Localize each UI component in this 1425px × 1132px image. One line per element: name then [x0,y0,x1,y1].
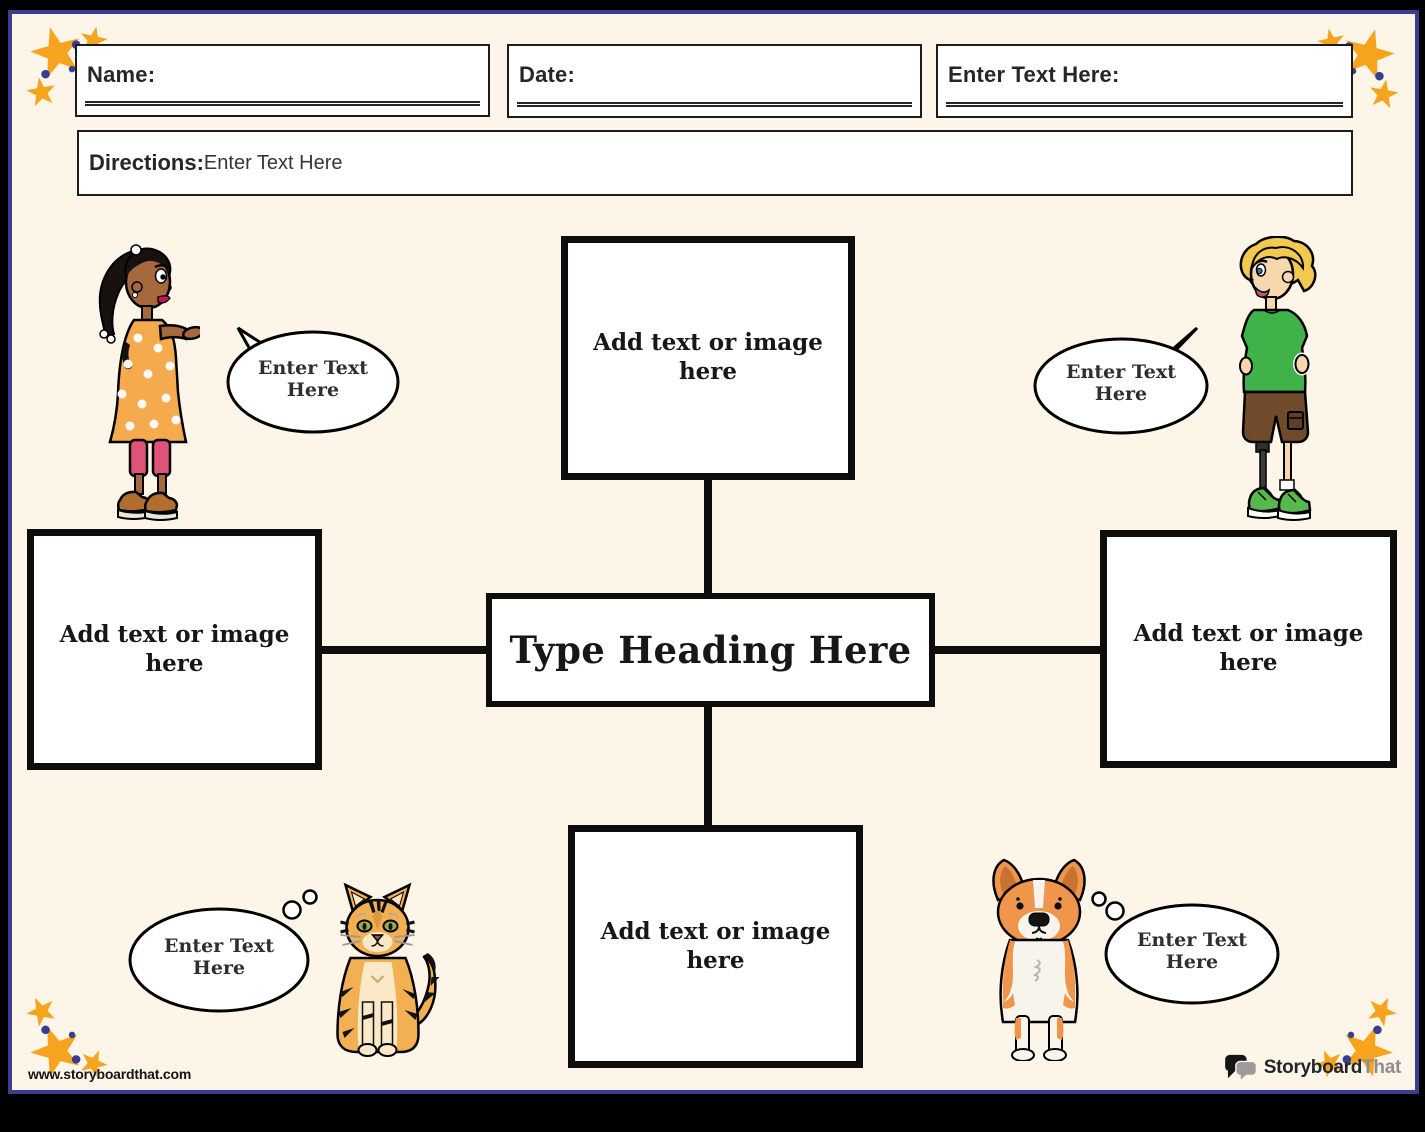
worksheet-stage: Name: Date: Enter Text Here: Directions:… [0,0,1425,1132]
connector-right [930,646,1106,654]
boy-speech-text[interactable]: Enter Text Here [1046,362,1196,406]
date-underline [517,102,912,107]
name-underline [85,101,480,106]
center-heading-box[interactable]: Type Heading Here [486,593,935,707]
connector-bottom [704,704,712,829]
node-left[interactable]: Add text or image here [27,529,322,770]
connector-left [317,646,492,654]
cat-thought-text[interactable]: Enter Text Here [144,936,294,980]
node-bottom[interactable]: Add text or image here [568,825,863,1068]
extra-text-field[interactable]: Enter Text Here: [936,44,1353,118]
node-bottom-label: Add text or image here [575,918,856,976]
name-label: Name: [87,62,155,88]
node-left-label: Add text or image here [34,621,315,679]
dog-character-illustration [978,856,1100,1061]
date-field[interactable]: Date: [507,44,922,118]
dog-thought-text[interactable]: Enter Text Here [1117,930,1267,974]
node-top-label: Add text or image here [568,329,848,387]
worksheet-page: Name: Date: Enter Text Here: Directions:… [8,10,1419,1094]
node-right-label: Add text or image here [1107,620,1390,678]
extra-text-label: Enter Text Here: [948,62,1120,88]
storyboardthat-logo: StoryboardThat [1224,1054,1401,1082]
directions-value: Enter Text Here [204,152,343,175]
cat-character-illustration [310,882,446,1060]
directions-field[interactable]: Directions: Enter Text Here [77,130,1353,196]
extra-text-underline [946,102,1343,107]
girl-character-illustration [80,242,200,522]
boy-character-illustration [1222,236,1326,524]
date-label: Date: [519,62,575,88]
name-field[interactable]: Name: [75,44,490,117]
node-right[interactable]: Add text or image here [1100,530,1397,768]
center-heading-label: Type Heading Here [510,628,912,672]
logo-text-that: That [1362,1057,1401,1078]
watermark-url: www.storyboardthat.com [28,1066,191,1082]
directions-label: Directions: [89,150,204,176]
speech-bubbles-logo-icon [1224,1054,1258,1082]
node-top[interactable]: Add text or image here [561,236,855,480]
connector-top [704,477,712,599]
logo-text-storyboard: Storyboard [1264,1057,1362,1078]
girl-speech-text[interactable]: Enter Text Here [238,358,388,402]
